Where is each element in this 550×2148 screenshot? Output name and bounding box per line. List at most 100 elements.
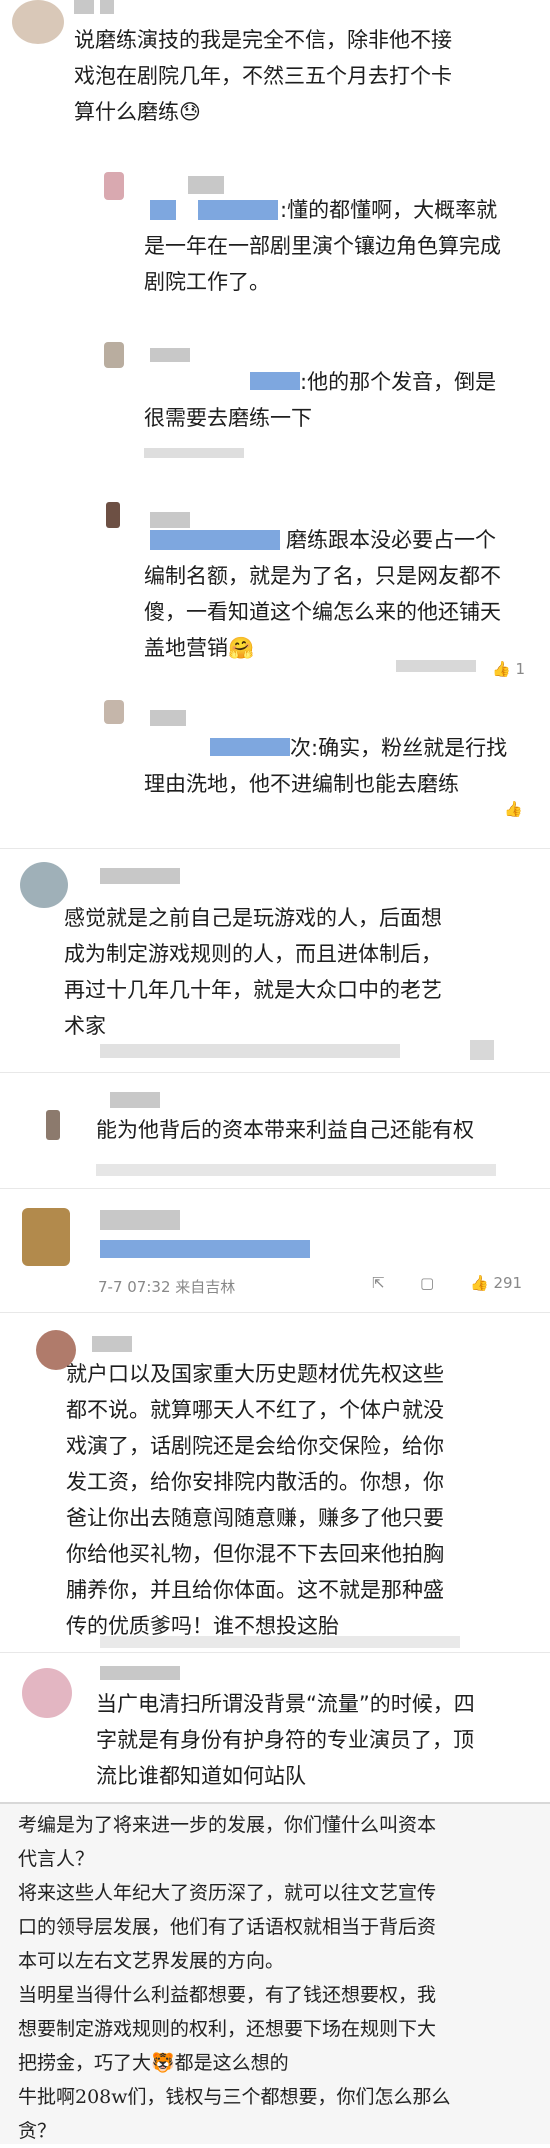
divider — [0, 1188, 550, 1189]
username-blur — [198, 200, 278, 220]
reply-text: 次:确实，粉丝就是行找 — [290, 730, 540, 766]
reply-line: 是一年在一部剧里演个镶边角色算完成 — [144, 234, 501, 258]
avatar[interactable] — [104, 700, 124, 724]
reply-line: :他的那个发音，倒是 — [300, 370, 497, 394]
meta-blur — [470, 1040, 494, 1060]
username-blur — [210, 738, 290, 756]
reply-line: :懂的都懂啊，大概率就 — [280, 198, 498, 222]
username-blur — [150, 200, 176, 220]
username-blur — [150, 348, 190, 362]
share-button[interactable]: ⇱ — [372, 1274, 385, 1292]
divider — [0, 848, 550, 849]
comment-line: 流比谁都知道如何站队 — [96, 1764, 306, 1788]
embedded-screenshot: 考编是为了将来进一步的发展，你们懂什么叫资本 代言人？ 将来这些人年纪大了资历深… — [0, 1802, 550, 2144]
username-blur — [74, 0, 94, 14]
reply-text: :懂的都懂啊，大概率就 — [280, 192, 540, 228]
avatar[interactable] — [20, 862, 68, 908]
screenshot-line: 口的领导层发展，他们有了话语权就相当于背后资 — [18, 1916, 437, 1938]
screenshot-line: 将来这些人年纪大了资历深了，就可以往文艺宣传 — [18, 1882, 437, 1904]
reply-text: :他的那个发音，倒是 — [300, 364, 540, 400]
meta-blur — [100, 1636, 460, 1648]
avatar[interactable] — [12, 0, 64, 44]
reply-line: 傻，一看知道这个编怎么来的他还铺天 — [144, 600, 501, 624]
username-blur — [100, 1240, 310, 1258]
timestamp: 7-7 07:32 来自吉林 — [98, 1278, 236, 1296]
avatar[interactable] — [22, 1668, 72, 1718]
screenshot-line: 把捞金，巧了大🐯都是这么想的 — [18, 2052, 289, 2074]
comment-line: 算什么磨练😓 — [74, 100, 201, 124]
divider — [0, 1072, 550, 1073]
avatar[interactable] — [104, 342, 124, 368]
username-blur — [100, 868, 180, 884]
comment-line: 就户口以及国家重大历史题材优先权这些 — [66, 1362, 444, 1386]
comment-line: 都不说。就算哪天人不红了，个体户就没 — [66, 1398, 444, 1422]
divider — [0, 1312, 550, 1313]
avatar[interactable] — [46, 1110, 60, 1140]
reply-text: 很需要去磨练一下 — [144, 400, 544, 436]
reply-line: 磨练跟本没必要占一个 — [286, 528, 496, 552]
meta-blur — [396, 660, 476, 672]
like-count: 291 — [493, 1274, 523, 1292]
comment-line: 你给他买礼物，但你混不下去回来他拍胸 — [66, 1542, 444, 1566]
divider — [0, 1652, 550, 1653]
screenshot-line: 牛批啊208w们，钱权与三个都想要，你们怎么那么 — [18, 2086, 451, 2108]
screenshot-line: 考编是为了将来进一步的发展，你们懂什么叫资本 — [18, 1814, 437, 1836]
screenshot-line: 想要制定游戏规则的权利，还想要下场在规则下大 — [18, 2018, 437, 2040]
comment-text: 能为他背后的资本带来利益自己还能有权 — [96, 1112, 546, 1148]
meta-blur — [100, 1044, 400, 1058]
reply-line: 理由洗地，他不进编制也能去磨练 — [144, 772, 459, 796]
meta-blur — [96, 1164, 496, 1176]
username-blur — [92, 1336, 132, 1352]
reply-line: 很需要去磨练一下 — [144, 406, 312, 430]
username-blur — [100, 1666, 180, 1680]
like-button[interactable]: 👍 — [504, 800, 523, 818]
comment-button[interactable]: ▢ — [420, 1274, 434, 1292]
screenshot-line: 贪？ — [18, 2120, 57, 2142]
comment-text: 说磨练演技的我是完全不信，除非他不接 戏泡在剧院几年，不然三五个月去打个卡 算什… — [74, 22, 544, 130]
username-blur — [150, 710, 186, 726]
comment-icon: ▢ — [420, 1274, 435, 1292]
like-icon: 👍 — [492, 660, 511, 678]
like-button[interactable]: 👍 291 — [470, 1274, 522, 1292]
comment-line: 术家 — [64, 1014, 106, 1038]
like-icon: 👍 — [504, 800, 523, 818]
comment-line: 说磨练演技的我是完全不信，除非他不接 — [74, 28, 452, 52]
reply-text: 编制名额，就是为了名，只是网友都不 傻，一看知道这个编怎么来的他还铺天 盖地营销… — [144, 558, 544, 666]
comment-line: 能为他背后的资本带来利益自己还能有权 — [96, 1118, 474, 1142]
reply-text: 是一年在一部剧里演个镶边角色算完成 剧院工作了。 — [144, 228, 544, 300]
reply-line: 编制名额，就是为了名，只是网友都不 — [144, 564, 501, 588]
meta-blur — [144, 448, 244, 458]
comment-line: 成为制定游戏规则的人，而且进体制后， — [64, 942, 442, 966]
username-blur — [100, 0, 114, 14]
like-button[interactable]: 👍 1 — [492, 660, 525, 678]
avatar[interactable] — [104, 172, 124, 200]
avatar[interactable] — [22, 1208, 70, 1266]
username-blur — [100, 1210, 180, 1230]
reply-line: 次:确实，粉丝就是行找 — [290, 736, 508, 760]
username-blur — [110, 1092, 160, 1108]
comment-line: 脯养你，并且给你体面。这不就是那种盛 — [66, 1578, 444, 1602]
username-blur — [250, 372, 300, 390]
like-count: 1 — [515, 660, 526, 678]
comment-line: 戏演了，话剧院还是会给你交保险，给你 — [66, 1434, 444, 1458]
comment-text: 当广电清扫所谓没背景“流量”的时候，四 字就是有身份有护身符的专业演员了，顶 流… — [96, 1686, 546, 1794]
comment-line: 戏泡在剧院几年，不然三五个月去打个卡 — [74, 64, 452, 88]
username-blur — [150, 530, 280, 550]
avatar[interactable] — [106, 502, 120, 528]
comment-text: 感觉就是之前自己是玩游戏的人，后面想 成为制定游戏规则的人，而且进体制后， 再过… — [64, 900, 544, 1044]
screenshot-line: 本可以左右文艺界发展的方向。 — [18, 1950, 285, 1972]
reply-text: 磨练跟本没必要占一个 — [286, 522, 546, 558]
comment-text: 就户口以及国家重大历史题材优先权这些 都不说。就算哪天人不红了，个体户就没 戏演… — [66, 1356, 546, 1644]
screenshot-line: 代言人？ — [18, 1848, 95, 1870]
username-blur — [188, 176, 224, 194]
reply-line: 盖地营销🤗 — [144, 636, 255, 660]
comment-line: 爸让你出去随意闯随意赚，赚多了他只要 — [66, 1506, 444, 1530]
share-icon: ⇱ — [372, 1274, 385, 1292]
comment-line: 感觉就是之前自己是玩游戏的人，后面想 — [64, 906, 442, 930]
screenshot-line: 当明星当得什么利益都想要，有了钱还想要权，我 — [18, 1984, 437, 2006]
comment-line: 再过十几年几十年，就是大众口中的老艺 — [64, 978, 442, 1002]
comment-line: 字就是有身份有护身符的专业演员了，顶 — [96, 1728, 474, 1752]
reply-line: 剧院工作了。 — [144, 270, 270, 294]
like-icon: 👍 — [470, 1274, 489, 1292]
comment-line: 当广电清扫所谓没背景“流量”的时候，四 — [96, 1692, 475, 1716]
